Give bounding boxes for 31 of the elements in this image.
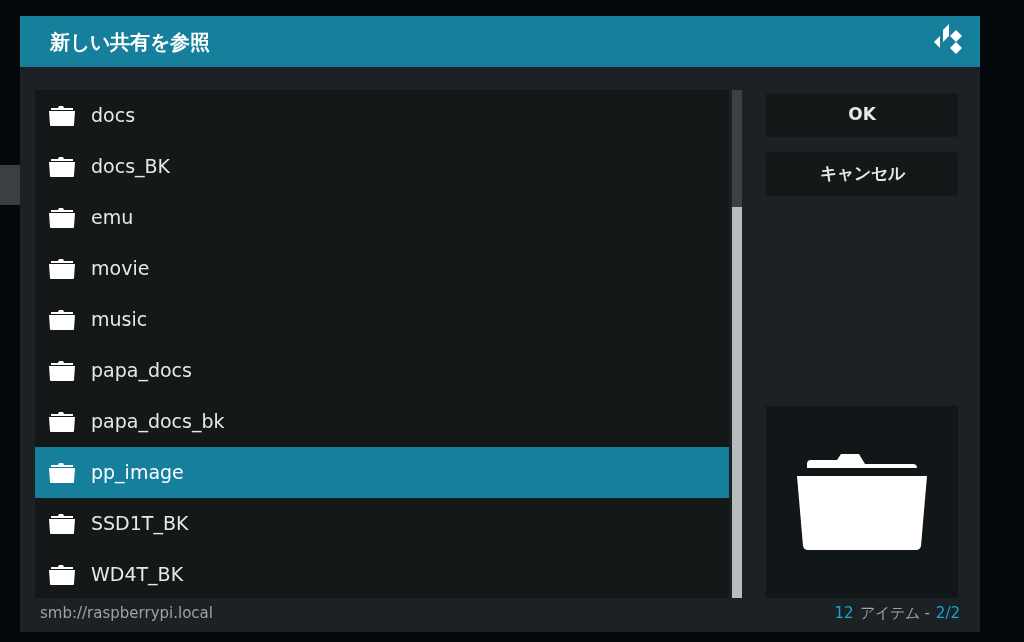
folder-list-item[interactable]: WD4T_BK bbox=[35, 549, 729, 600]
folder-icon bbox=[49, 309, 75, 330]
folder-list-item[interactable]: papa_docs_bk bbox=[35, 396, 729, 447]
folder-icon bbox=[49, 207, 75, 228]
background-panel-edge bbox=[0, 165, 20, 205]
scrollbar-track[interactable] bbox=[732, 90, 742, 598]
folder-icon bbox=[49, 105, 75, 126]
folder-icon bbox=[797, 454, 927, 550]
folder-icon bbox=[49, 258, 75, 279]
folder-list-item[interactable]: pp_image bbox=[35, 447, 729, 498]
folder-list-item[interactable]: docs_BK bbox=[35, 141, 729, 192]
page-indicator: 2/2 bbox=[935, 603, 960, 625]
folder-list-item[interactable]: music bbox=[35, 294, 729, 345]
folder-icon bbox=[49, 462, 75, 483]
folder-list-item[interactable]: movie bbox=[35, 243, 729, 294]
folder-icon bbox=[49, 156, 75, 177]
cancel-button[interactable]: キャンセル bbox=[766, 152, 958, 196]
folder-icon bbox=[49, 360, 75, 381]
folder-icon bbox=[49, 411, 75, 432]
item-count-label: アイテム - bbox=[859, 603, 930, 625]
ok-button[interactable]: OK bbox=[766, 93, 958, 137]
folder-list-item[interactable]: papa_docs bbox=[35, 345, 729, 396]
folder-icon bbox=[49, 564, 75, 585]
folder-list-item[interactable]: docs bbox=[35, 90, 729, 141]
path-label: smb://raspberrypi.local bbox=[40, 603, 213, 625]
folder-list-item[interactable]: SSD1T_BK bbox=[35, 498, 729, 549]
scrollbar-thumb[interactable] bbox=[732, 207, 742, 598]
folder-list-item[interactable]: emu bbox=[35, 192, 729, 243]
dialog-title: 新しい共有を参照 bbox=[50, 28, 210, 56]
folder-icon bbox=[49, 513, 75, 534]
item-count: 12 bbox=[834, 603, 854, 625]
